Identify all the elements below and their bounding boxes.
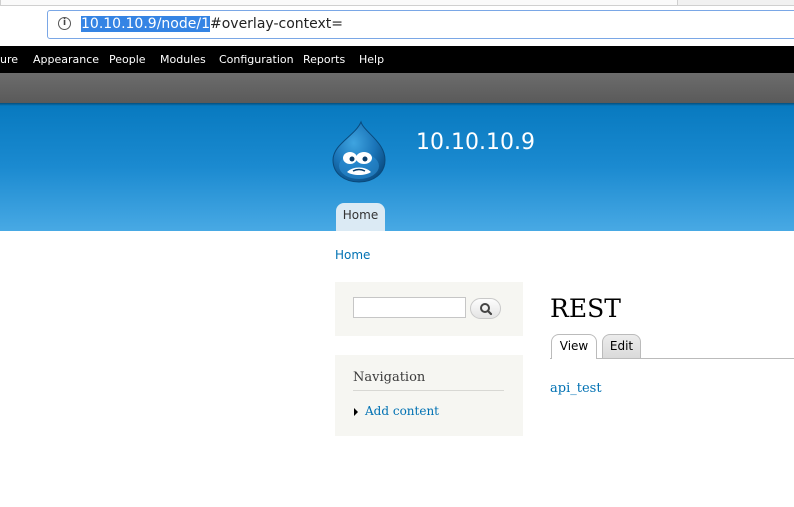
triangle-right-icon — [354, 408, 358, 416]
admin-menu-help[interactable]: Help — [359, 46, 384, 73]
navigation-title: Navigation — [353, 370, 504, 391]
breadcrumb[interactable]: Home — [335, 248, 370, 262]
admin-menu-configuration[interactable]: Configuration — [219, 46, 294, 73]
admin-menu-reports[interactable]: Reports — [303, 46, 345, 73]
main-menu-home[interactable]: Home — [336, 203, 385, 231]
url-text[interactable]: 10.10.10.9/node/1#overlay-context= — [81, 16, 343, 32]
browser-address-area: i 10.10.10.9/node/1#overlay-context= — [0, 0, 794, 46]
browser-tab[interactable] — [0, 0, 678, 5]
body-link-api-test[interactable]: api_test — [550, 381, 602, 396]
admin-menu-structure[interactable]: ure — [0, 46, 18, 73]
admin-menu-modules[interactable]: Modules — [160, 46, 206, 73]
tab-edit[interactable]: Edit — [602, 334, 641, 358]
drupal-logo-icon[interactable] — [331, 120, 387, 183]
page-title: REST — [550, 294, 621, 323]
site-name[interactable]: 10.10.10.9 — [416, 130, 535, 155]
search-button[interactable] — [470, 298, 501, 319]
shortcut-bar — [0, 73, 794, 103]
admin-menu-appearance[interactable]: Appearance — [33, 46, 99, 73]
browser-tab-strip — [0, 0, 794, 6]
site-header: 10.10.10.9 Home — [0, 103, 794, 231]
info-icon[interactable]: i — [58, 17, 71, 30]
search-input[interactable] — [353, 297, 466, 318]
search-icon — [480, 303, 493, 316]
navigation-block: Navigation Add content — [335, 355, 523, 436]
address-bar[interactable]: i 10.10.10.9/node/1#overlay-context= — [47, 10, 794, 39]
url-fragment-text: #overlay-context= — [209, 16, 343, 32]
url-selected-text: 10.10.10.9/node/1 — [81, 16, 210, 32]
admin-toolbar: ure Appearance People Modules Configurat… — [0, 46, 794, 73]
search-block — [335, 282, 523, 336]
tab-view[interactable]: View — [551, 334, 597, 359]
nav-link-add-content[interactable]: Add content — [365, 404, 439, 418]
admin-menu-people[interactable]: People — [109, 46, 146, 73]
